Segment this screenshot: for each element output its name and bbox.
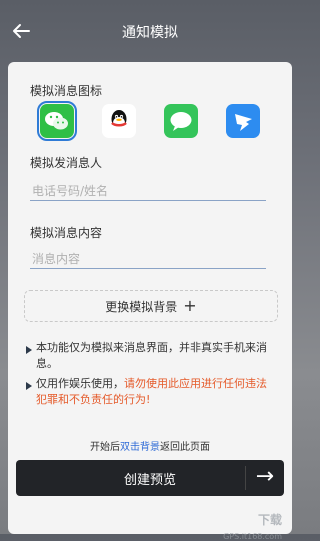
- watermark-subtext: GPS.it168.com: [223, 532, 282, 541]
- sender-label: 模拟发消息人: [30, 156, 103, 170]
- disclaimer-note-2: 仅用作娱乐使用，请勿使用此应用进行任何违法犯罪和不负责任的行为!: [26, 376, 274, 408]
- create-preview-label: 创建预览: [123, 472, 176, 488]
- plus-icon: +: [183, 296, 197, 315]
- change-background-button[interactable]: 更换模拟背景 +: [24, 290, 278, 322]
- content-field: [30, 248, 270, 270]
- hint-text: 开始后双击背景返回此页面: [8, 438, 292, 453]
- watermark-logo: 下载: [257, 513, 282, 527]
- sms-message-icon[interactable]: [164, 104, 198, 138]
- hint-after: 返回此页面: [160, 442, 210, 453]
- top-bar: 通知模拟: [0, 0, 300, 62]
- sender-input[interactable]: [30, 180, 270, 202]
- bullet-icon: [26, 382, 32, 390]
- page-title: 通知模拟: [122, 25, 178, 41]
- button-divider: [245, 466, 246, 490]
- arrow-right-icon: →: [255, 464, 274, 489]
- wechat-icon[interactable]: [37, 101, 77, 141]
- qq-icon[interactable]: [102, 104, 136, 138]
- content-label: 模拟消息内容: [30, 226, 103, 240]
- disclaimer-normal-text: 仅用作娱乐使用，: [36, 377, 124, 390]
- disclaimer-text-1: 本功能仅为模拟来消息界面，并非真实手机来消息。: [36, 341, 267, 370]
- disclaimer-note-1: 本功能仅为模拟来消息界面，并非真实手机来消息。: [26, 340, 274, 372]
- hint-highlight: 双击背景: [120, 442, 160, 453]
- hint-before: 开始后: [90, 442, 120, 453]
- content-input[interactable]: [30, 248, 270, 270]
- change-background-label: 更换模拟背景: [105, 299, 178, 314]
- message-icon-picker: [37, 101, 270, 141]
- icon-section-label: 模拟消息图标: [30, 84, 103, 98]
- sender-field: [30, 180, 270, 202]
- bullet-icon: [26, 346, 32, 354]
- dingtalk-icon[interactable]: [226, 104, 260, 138]
- disclaimer-text-2: 仅用作娱乐使用，请勿使用此应用进行任何违法犯罪和不负责任的行为!: [36, 376, 274, 408]
- create-preview-button[interactable]: 创建预览 →: [16, 460, 284, 496]
- form-card: 模拟消息图标 模拟发消息人 电话号码/姓名 模拟消息内容 消息内容 更换模拟背景…: [8, 62, 292, 541]
